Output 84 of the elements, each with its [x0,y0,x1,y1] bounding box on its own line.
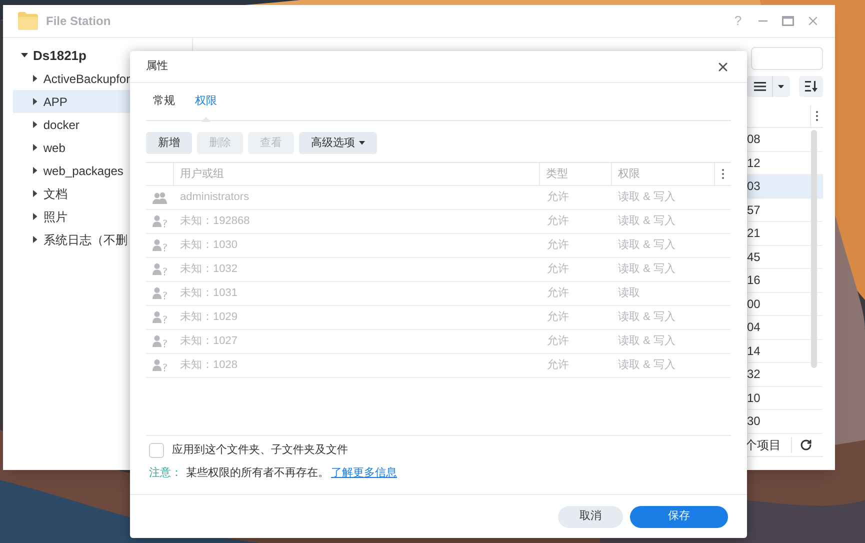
checkbox[interactable] [149,442,164,458]
caret-icon [778,84,784,88]
user-cell-text: 未知：1030 [179,238,238,254]
sort-icon [804,81,818,92]
expand-caret-icon [33,75,38,82]
cancel-button[interactable]: 取消 [558,506,623,528]
note-text: 某些权限的所有者不再存在。 [186,466,329,481]
unknown-user-icon [152,335,168,348]
user-cell-text: 未知：1028 [179,358,238,374]
type-cell-text: 允许 [546,310,570,326]
file-cell-text: 14 [747,342,760,360]
type-cell-text: 允许 [546,190,570,206]
expand-caret-icon [33,121,38,128]
file-cell-text: 08 [747,131,760,148]
user-group-icon [152,192,168,204]
file-cell-text: 32 [747,366,760,384]
learn-more-link[interactable]: 了解更多信息 [331,464,397,482]
permission-cell-text: 读取 & 写入 [617,238,676,254]
user-cell-text: 未知：192868 [179,214,251,230]
unknown-user-icon [152,311,168,324]
permission-cell-text: 读取 & 写入 [617,334,676,350]
file-cell-text: 16 [747,272,760,290]
file-cell-text: 21 [747,225,760,242]
user-cell-text: 未知：1029 [179,310,238,326]
file-row[interactable]: 03 [745,175,823,198]
file-cell-text: 30 [747,413,760,430]
expand-caret-icon [33,167,38,174]
permission-cell-text: 读取 & 写入 [617,358,676,374]
list-icon [754,82,766,91]
tree-label: ActiveBackupfor [43,70,130,88]
dialog-title: 属性 [146,59,168,74]
file-cell-text: 57 [747,202,760,219]
user-cell-text: administrators [179,190,250,206]
refresh-icon[interactable] [800,438,812,450]
scrollbar-thumb[interactable] [811,130,817,368]
unknown-user-icon [152,287,168,300]
unknown-user-icon [152,263,168,276]
toolbar-button[interactable]: 新增 [146,132,192,154]
tab[interactable]: 权限 [195,82,217,120]
type-cell-text: 允许 [546,286,570,302]
permission-cell-text: 读取 & 写入 [617,310,676,326]
tree-label: 照片 [43,208,68,226]
user-cell-text: 未知：1027 [179,334,238,350]
sort-button[interactable] [799,76,823,97]
expand-caret-icon [33,190,38,197]
save-button[interactable]: 保存 [630,506,728,528]
permission-cell-text: 读取 & 写入 [617,214,676,230]
tree-label: web [43,140,66,156]
type-cell-text: 允许 [546,214,570,230]
toolbar-button[interactable]: 高级选项 [299,132,377,154]
file-cell-text: 00 [747,296,760,313]
file-cell-text: 03 [747,178,760,196]
file-cell-text: 10 [747,390,760,407]
user-cell-text: 未知：1031 [179,286,238,302]
unknown-user-icon [152,239,168,252]
tree-label: APP [43,94,68,110]
permission-cell-text: 读取 & 写入 [617,262,676,278]
type-cell-text: 允许 [546,238,570,254]
checkbox-label: 应用到这个文件夹、子文件夹及文件 [172,442,348,458]
note-label: 注意： [149,466,182,481]
expand-caret-icon [33,236,38,243]
type-cell-text: 允许 [546,262,570,278]
search-field[interactable] [751,47,823,70]
type-cell-text: 允许 [546,358,570,374]
file-cell-text: 12 [747,154,760,172]
tree-label: docker [43,116,80,134]
expand-caret-icon [33,98,38,105]
user-cell-text: 未知：1032 [179,262,238,278]
view-mode-button[interactable] [747,76,790,97]
file-cell-text: 45 [747,248,760,266]
folder-icon [18,12,38,30]
unknown-user-icon [152,215,168,228]
expand-caret-icon [33,144,38,151]
permission-cell-text: 读取 [617,286,641,302]
unknown-user-icon [152,359,168,372]
file-cell-text: 04 [747,319,760,336]
permission-cell-text: 读取 & 写入 [617,190,676,206]
tree-label: web_packages [43,162,124,180]
tree-label: 系统日志（不删 [43,232,128,248]
type-cell-text: 允许 [546,334,570,350]
expand-caret-icon [33,213,38,220]
tree-root[interactable]: Ds1821p [33,46,86,66]
tree-label: 文档 [43,186,68,202]
window-title: File Station [46,13,111,30]
